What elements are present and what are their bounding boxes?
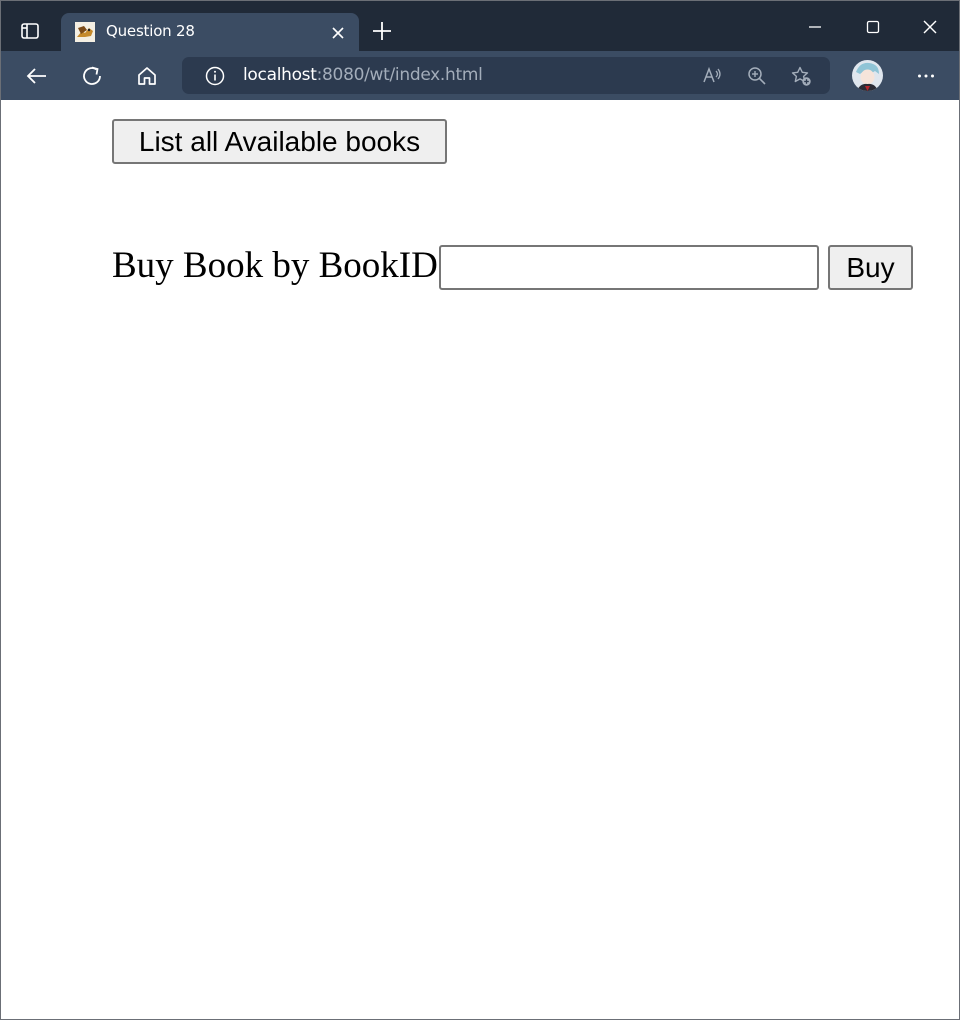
tomcat-favicon-icon bbox=[75, 22, 95, 42]
back-arrow-icon[interactable] bbox=[24, 63, 50, 89]
url-text[interactable]: localhost:8080/wt/index.html bbox=[243, 65, 483, 85]
tab-actions-button[interactable] bbox=[11, 13, 49, 49]
tab-title: Question 28 bbox=[106, 22, 195, 40]
list-available-books-button[interactable]: List all Available books bbox=[112, 119, 447, 164]
close-window-icon[interactable] bbox=[914, 11, 946, 43]
page-content: List all Available books Buy Book by Boo… bbox=[1, 100, 959, 1019]
buy-book-label: Buy Book by BookID: bbox=[112, 245, 449, 286]
more-icon[interactable] bbox=[913, 63, 939, 89]
minimize-icon[interactable] bbox=[799, 11, 831, 43]
refresh-icon[interactable] bbox=[79, 63, 105, 89]
maximize-icon[interactable] bbox=[857, 11, 889, 43]
tab-actions-icon bbox=[21, 23, 39, 39]
close-icon[interactable] bbox=[329, 24, 347, 42]
info-icon[interactable] bbox=[204, 65, 226, 87]
add-favorite-icon[interactable] bbox=[790, 65, 812, 87]
home-icon[interactable] bbox=[134, 63, 160, 89]
zoom-in-icon[interactable] bbox=[746, 65, 768, 87]
plus-icon[interactable] bbox=[369, 18, 395, 44]
read-aloud-icon[interactable] bbox=[701, 65, 723, 87]
buy-button[interactable]: Buy bbox=[828, 245, 913, 290]
bookid-input[interactable] bbox=[439, 245, 819, 290]
address-bar[interactable]: localhost:8080/wt/index.html bbox=[182, 57, 830, 94]
url-host: localhost bbox=[243, 65, 317, 85]
avatar-icon bbox=[852, 60, 883, 91]
browser-toolbar: localhost:8080/wt/index.html bbox=[1, 51, 959, 100]
profile-avatar[interactable] bbox=[852, 60, 883, 91]
browser-window: Question 28 localhost:8080/wt/index.html… bbox=[0, 0, 960, 1020]
tab-question-28[interactable]: Question 28 bbox=[61, 13, 359, 53]
tab-strip: Question 28 bbox=[1, 1, 959, 53]
url-path: :8080/wt/index.html bbox=[316, 65, 483, 85]
